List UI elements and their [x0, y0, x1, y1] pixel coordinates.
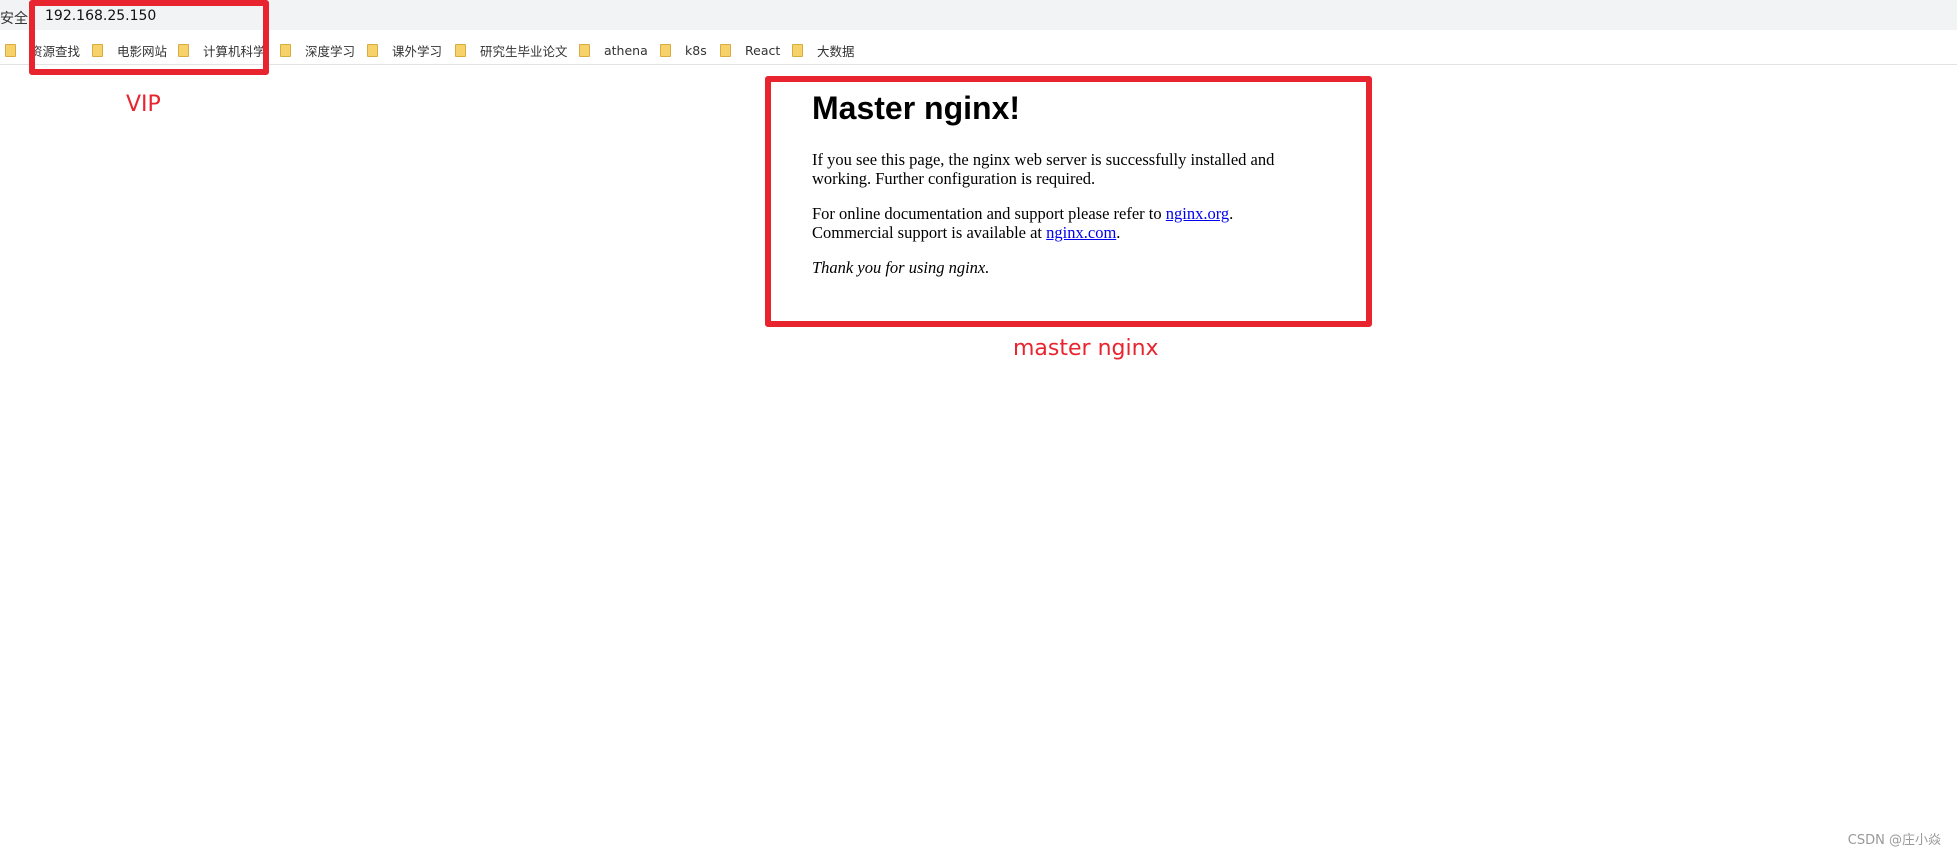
commercial-text: Commercial support is available at: [812, 223, 1047, 242]
doc-punct: .: [1229, 204, 1234, 223]
bookmark-label: 深度学习: [305, 43, 356, 59]
bookmark-item[interactable]: 深度学习: [280, 41, 355, 59]
bookmark-label: React: [745, 42, 781, 58]
folder-icon: [720, 43, 731, 57]
commercial-punct: .: [1116, 223, 1121, 242]
thanks-message: Thank you for using nginx.: [812, 258, 990, 277]
nginx-com-link[interactable]: nginx.com: [1046, 223, 1116, 242]
bookmark-label: 研究生毕业论文: [480, 43, 568, 59]
folder-icon: [455, 43, 466, 57]
security-label: 安全: [0, 11, 28, 27]
bookmark-label: athena: [604, 42, 648, 58]
nginx-org-link[interactable]: nginx.org: [1166, 204, 1229, 223]
folder-icon: [280, 43, 291, 57]
bookmark-label: 课外学习: [392, 43, 443, 59]
folder-icon: [367, 43, 378, 57]
bookmark-item[interactable]: 大数据: [792, 41, 855, 59]
bookmark-item[interactable]: athena: [579, 41, 648, 59]
bookmark-item[interactable]: 研究生毕业论文: [455, 41, 568, 59]
bookmark-item[interactable]: 课外学习: [367, 41, 442, 59]
folder-icon: [660, 43, 671, 57]
watermark: CSDN @庄小焱: [1847, 833, 1941, 848]
folder-icon: [5, 43, 16, 57]
doc-text: For online documentation and support ple…: [812, 204, 1166, 223]
master-nginx-annotation-label: master nginx: [1013, 336, 1159, 361]
bookmark-item[interactable]: React: [720, 41, 780, 59]
install-message: If you see this page, the nginx web serv…: [812, 150, 1275, 188]
vip-annotation-label: VIP: [126, 92, 161, 117]
folder-icon: [792, 43, 803, 57]
bookmark-label: 大数据: [817, 43, 855, 59]
documentation-message: For online documentation and support ple…: [812, 204, 1332, 242]
bookmark-label: k8s: [685, 42, 707, 58]
nginx-welcome-content: Master nginx! If you see this page, the …: [812, 88, 1332, 293]
bookmarks-bar: 资源查找 电影网站 计算机科学 深度学习 课外学习 研究生毕业论文 athena…: [0, 34, 1957, 65]
vip-highlight-box: [29, 0, 269, 75]
bookmark-item[interactable]: k8s: [660, 41, 707, 59]
address-bar: 安全 192.168.25.150: [0, 0, 1957, 30]
folder-icon: [579, 43, 590, 57]
page-title: Master nginx!: [812, 90, 1021, 126]
